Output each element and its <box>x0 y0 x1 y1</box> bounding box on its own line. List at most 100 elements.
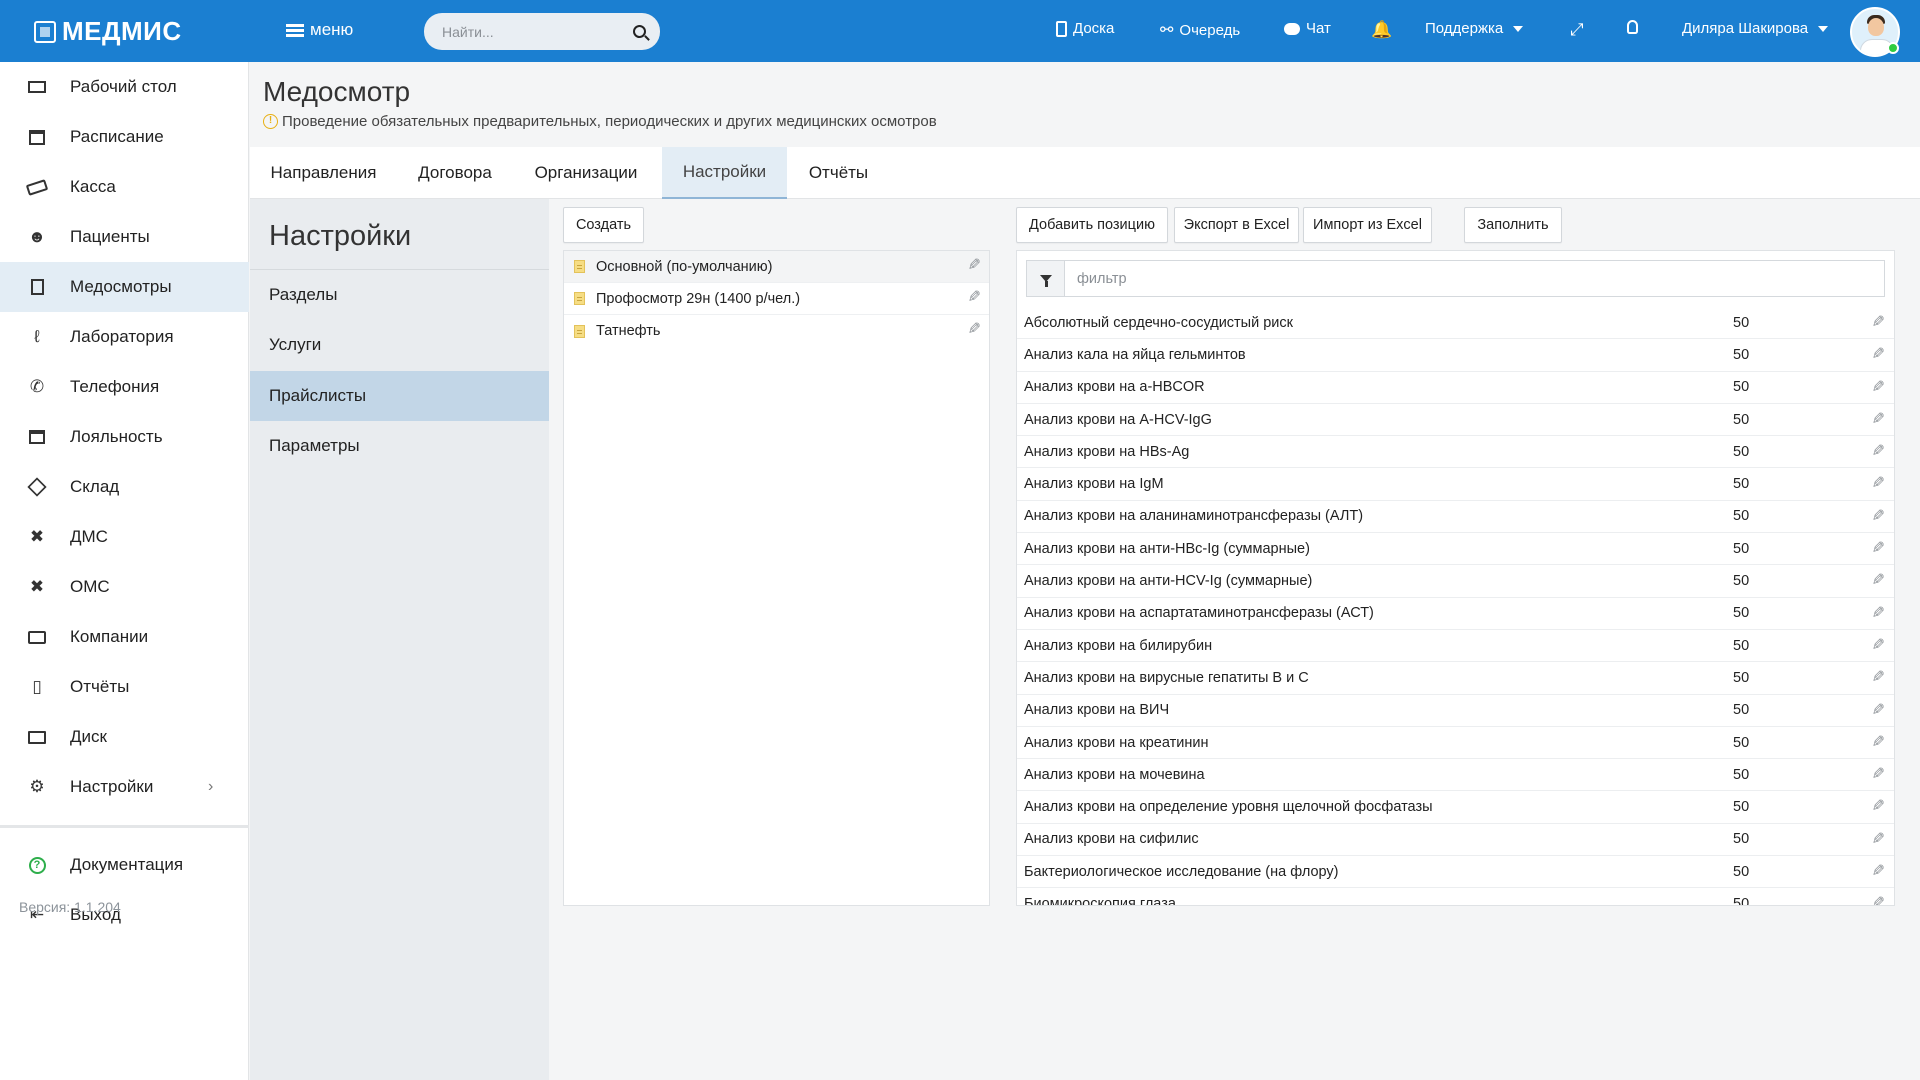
edit-pencil-icon[interactable]: ✎ <box>1869 346 1885 363</box>
table-row[interactable]: Абсолютный сердечно-сосудистый риск 50 ✎ <box>1017 307 1894 340</box>
table-row[interactable]: Анализ крови на ВИЧ 50 ✎ <box>1017 695 1894 727</box>
fullscreen-button[interactable]: ⤢ <box>1570 20 1584 40</box>
sidebar-item-laboratory[interactable]: ℓ Лаборатория <box>0 312 249 362</box>
edit-pencil-icon[interactable]: ✎ <box>1869 766 1885 783</box>
sidebar-item-disk[interactable]: Диск <box>0 712 249 762</box>
edit-pencil-icon[interactable]: ✎ <box>1869 411 1885 428</box>
edit-pencil-icon[interactable]: ✎ <box>1869 895 1885 905</box>
tab-reports[interactable]: Отчёты <box>787 147 890 199</box>
create-button[interactable]: Создать <box>563 207 644 243</box>
edit-pencil-icon[interactable]: ✎ <box>1869 443 1885 460</box>
notifications-button[interactable]: 🔔 <box>1371 20 1392 40</box>
edit-pencil-icon[interactable]: ✎ <box>1869 572 1885 589</box>
edit-pencil-icon[interactable]: ✎ <box>965 257 981 274</box>
tab-contracts[interactable]: Договора <box>397 147 513 199</box>
edit-pencil-icon[interactable]: ✎ <box>1869 734 1885 751</box>
sidebar-item-oms[interactable]: ✖ ОМС <box>0 562 249 612</box>
sidebar-item-schedule[interactable]: Расписание <box>0 112 249 162</box>
edit-pencil-icon[interactable]: ✎ <box>1869 637 1885 654</box>
filter-icon[interactable] <box>1027 261 1065 296</box>
sidebar-item-settings[interactable]: ⚙ Настройки › <box>0 762 249 812</box>
table-row[interactable]: Анализ крови на а-HBCOR 50 ✎ <box>1017 372 1894 404</box>
table-row[interactable]: Бактериологическое исследование (на флор… <box>1017 856 1894 889</box>
edit-pencil-icon[interactable]: ✎ <box>1869 863 1885 880</box>
table-row[interactable]: Анализ крови на определение уровня щелоч… <box>1017 791 1894 824</box>
edit-pencil-icon[interactable]: ✎ <box>1869 475 1885 492</box>
tips-button[interactable] <box>1627 20 1638 34</box>
sidebar-item-telephony[interactable]: ✆ Телефония <box>0 362 249 412</box>
sidebar-item-companies[interactable]: Компании <box>0 612 249 662</box>
price-list-name: Основной (по-умолчанию) <box>596 258 773 275</box>
add-position-button[interactable]: Добавить позицию <box>1016 207 1168 243</box>
edit-pencil-icon[interactable]: ✎ <box>965 289 981 306</box>
table-row[interactable]: Анализ крови на IgM 50 ✎ <box>1017 468 1894 501</box>
user-menu[interactable]: Диляра Шакирова <box>1682 20 1829 37</box>
table-row[interactable]: Анализ крови на креатинин 50 ✎ <box>1017 727 1894 760</box>
list-item[interactable]: Основной (по-умолчанию) ✎ <box>564 251 989 283</box>
table-row[interactable]: Анализ крови на анти-HCV-Ig (суммарные) 5… <box>1017 565 1894 598</box>
export-excel-button[interactable]: Экспорт в Excel <box>1174 207 1299 243</box>
edit-pencil-icon[interactable]: ✎ <box>965 321 981 338</box>
help-icon: ? <box>26 854 48 876</box>
nav-chat[interactable]: Чат <box>1284 20 1331 37</box>
edit-pencil-icon[interactable]: ✎ <box>1869 508 1885 525</box>
filter-input[interactable] <box>1077 270 1857 287</box>
sidebar-item-logout[interactable]: ⇤ Выход <box>0 890 249 940</box>
sidebar-item-label: ОМС <box>70 577 110 596</box>
edit-pencil-icon[interactable]: ✎ <box>1869 702 1885 719</box>
list-item[interactable]: Профосмотр 29н (1400 р/чел.) ✎ <box>564 283 989 315</box>
briefcase-icon <box>26 626 48 648</box>
table-row[interactable]: Анализ крови на мочевина 50 ✎ <box>1017 759 1894 792</box>
settings-item-services[interactable]: Услуги <box>250 320 549 370</box>
table-row[interactable]: Анализ крови на билирубин 50 ✎ <box>1017 630 1894 663</box>
fill-button[interactable]: Заполнить <box>1464 207 1562 243</box>
module-tabs: Направления Договора Организации Настрой… <box>250 147 1920 199</box>
document-icon <box>574 292 585 305</box>
edit-pencil-icon[interactable]: ✎ <box>1869 540 1885 557</box>
sidebar-item-desktop[interactable]: Рабочий стол <box>0 62 249 112</box>
menu-button[interactable]: меню <box>286 20 353 40</box>
sidebar-item-patients[interactable]: ☻ Пациенты <box>0 212 249 262</box>
hamburger-icon <box>286 23 304 37</box>
sidebar-item-cash[interactable]: Касса <box>0 162 249 212</box>
import-excel-button[interactable]: Импорт из Excel <box>1303 207 1432 243</box>
position-name: Бактериологическое исследование (на флор… <box>1024 863 1339 880</box>
sidebar-item-medical-exams[interactable]: Медосмотры <box>0 262 249 312</box>
settings-item-sections[interactable]: Разделы <box>250 270 549 320</box>
settings-item-price-lists[interactable]: Прайслисты <box>250 371 549 421</box>
nav-board[interactable]: Доска <box>1056 20 1114 37</box>
settings-item-parameters[interactable]: Параметры <box>250 421 549 471</box>
table-row[interactable]: Анализ крови на вирусные гепатиты В и С 5… <box>1017 662 1894 695</box>
sidebar-item-label: Настройки <box>70 777 154 796</box>
sidebar-item-reports[interactable]: ▯ Отчёты <box>0 662 249 712</box>
table-row[interactable]: Анализ крови на A-HCV-IgG 50 ✎ <box>1017 404 1894 437</box>
list-item[interactable]: Татнефть ✎ <box>564 315 989 347</box>
table-row[interactable]: Анализ крови на аспартатаминотрансферазы… <box>1017 598 1894 630</box>
edit-pencil-icon[interactable]: ✎ <box>1869 314 1885 331</box>
sidebar-item-documentation[interactable]: ? Документация <box>0 840 249 890</box>
support-dropdown[interactable]: Поддержка <box>1425 20 1524 37</box>
nav-queue[interactable]: ⚯ Очередь <box>1160 20 1240 40</box>
tab-settings[interactable]: Настройки <box>662 147 787 199</box>
edit-pencil-icon[interactable]: ✎ <box>1869 669 1885 686</box>
search-input[interactable] <box>442 23 622 40</box>
edit-pencil-icon[interactable]: ✎ <box>1869 605 1885 622</box>
sidebar-item-dms[interactable]: ✖ ДМС <box>0 512 249 562</box>
table-row[interactable]: Анализ кала на яйца гельминтов 50 ✎ <box>1017 339 1894 372</box>
edit-pencil-icon[interactable]: ✎ <box>1869 831 1885 848</box>
edit-pencil-icon[interactable]: ✎ <box>1869 798 1885 815</box>
table-row[interactable]: Анализ крови на сифилис 50 ✎ <box>1017 824 1894 857</box>
search-icon[interactable] <box>633 25 646 38</box>
app-logo[interactable]: МЕДМИС <box>34 16 182 47</box>
table-row[interactable]: Анализ крови на анти-HBc-Ig (суммарные) 5… <box>1017 533 1894 566</box>
tab-directions[interactable]: Направления <box>250 147 397 199</box>
lightbulb-icon <box>1627 20 1638 34</box>
table-row[interactable]: Анализ крови на HBs-Ag 50 ✎ <box>1017 436 1894 469</box>
sidebar-item-loyalty[interactable]: Лояльность <box>0 412 249 462</box>
tab-organizations[interactable]: Организации <box>513 147 659 199</box>
table-row[interactable]: Анализ крови на аланинаминотрансферазы (… <box>1017 501 1894 534</box>
edit-pencil-icon[interactable]: ✎ <box>1869 379 1885 396</box>
table-row[interactable]: Биомикроскопия глаза 50 ✎ <box>1017 888 1894 905</box>
sidebar-item-label: Телефония <box>70 377 160 396</box>
sidebar-item-warehouse[interactable]: Склад <box>0 462 249 512</box>
